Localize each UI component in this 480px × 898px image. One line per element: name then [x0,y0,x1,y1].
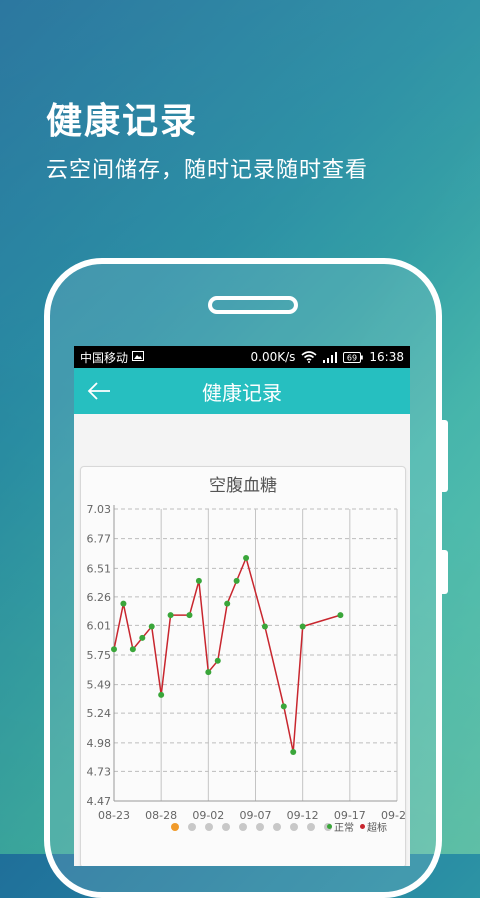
page-indicator [171,823,341,831]
x-tick-label: 09-12 [287,809,319,822]
carrier-label: 中国移动 [80,350,129,365]
data-point [186,612,193,619]
signal-icon [323,351,338,363]
data-point [233,577,240,584]
y-tick-label: 4.98 [87,737,112,750]
phone-screen: 中国移动 0.00K/s 69 16:38 健康记录 空腹血糖 7.03 6.77… [74,346,410,866]
data-point [205,669,212,676]
data-point [299,623,306,630]
image-notification-icon [132,350,145,364]
battery-level: 69 [347,353,357,362]
pager-dot[interactable] [273,823,281,831]
pager-dot[interactable] [171,823,179,831]
phone-side-button [442,420,448,492]
app-bar: 健康记录 [74,368,410,414]
data-point [158,691,165,698]
data-point [148,623,155,630]
data-point [111,646,117,653]
data-point [167,612,174,619]
normal-legend-swatch [327,824,332,829]
data-point [337,612,344,619]
y-tick-label: 4.73 [87,765,112,778]
over-legend-label: 超标 [367,823,387,834]
y-tick-label: 5.75 [87,649,112,662]
promo-subtitle: 云空间储存，随时记录随时查看 [46,158,369,183]
data-point [280,703,287,710]
y-tick-label: 6.51 [87,562,112,575]
data-point [139,634,146,641]
chart-card: 空腹血糖 7.03 6.77 6.51 6.26 6.01 5.75 5.49 5.24 4.9… [80,466,406,866]
y-tick-label: 6.77 [87,533,112,546]
y-tick-label: 5.24 [87,707,112,720]
network-speed: 0.00K/s [250,350,296,364]
y-tick-label: 6.26 [87,591,112,604]
page-title: 健康记录 [202,380,282,405]
pager-dot[interactable] [188,823,196,831]
data-point [290,748,297,755]
pager-dot[interactable] [290,823,298,831]
y-tick-label: 4.47 [87,795,112,808]
x-tick-label: 08-28 [145,809,177,822]
y-tick-label: 7.03 [87,503,112,516]
data-point [261,623,268,630]
wifi-icon [301,351,317,363]
data-point [195,577,202,584]
pager-dot[interactable] [239,823,247,831]
pager-dot[interactable] [222,823,230,831]
x-tick-label: 08-23 [98,809,130,822]
back-arrow-icon[interactable] [86,380,112,402]
over-legend-swatch [360,824,365,829]
x-tick-label: 09-07 [240,809,272,822]
y-tick-label: 5.49 [87,679,112,692]
data-point [214,657,221,664]
data-point [129,646,136,653]
data-point [243,555,250,562]
battery-icon: 69 [343,351,364,363]
promo-title: 健康记录 [46,101,199,142]
data-point [224,600,231,607]
pager-dot[interactable] [256,823,264,831]
series-legend: 正常 超标 [321,819,387,834]
data-point [120,600,127,607]
fasting-glucose-chart: 7.03 6.77 6.51 6.26 6.01 5.75 5.49 5.24 4.98 4.73… [87,503,406,822]
phone-speaker [208,296,298,314]
pager-dot[interactable] [307,823,315,831]
clock: 16:38 [369,350,404,364]
status-bar: 中国移动 0.00K/s 69 16:38 [74,346,410,368]
x-tick-label: 09-02 [192,809,224,822]
pager-dot[interactable] [205,823,213,831]
normal-legend-label: 正常 [334,823,354,834]
phone-side-button [442,550,448,594]
y-tick-label: 6.01 [87,619,112,632]
